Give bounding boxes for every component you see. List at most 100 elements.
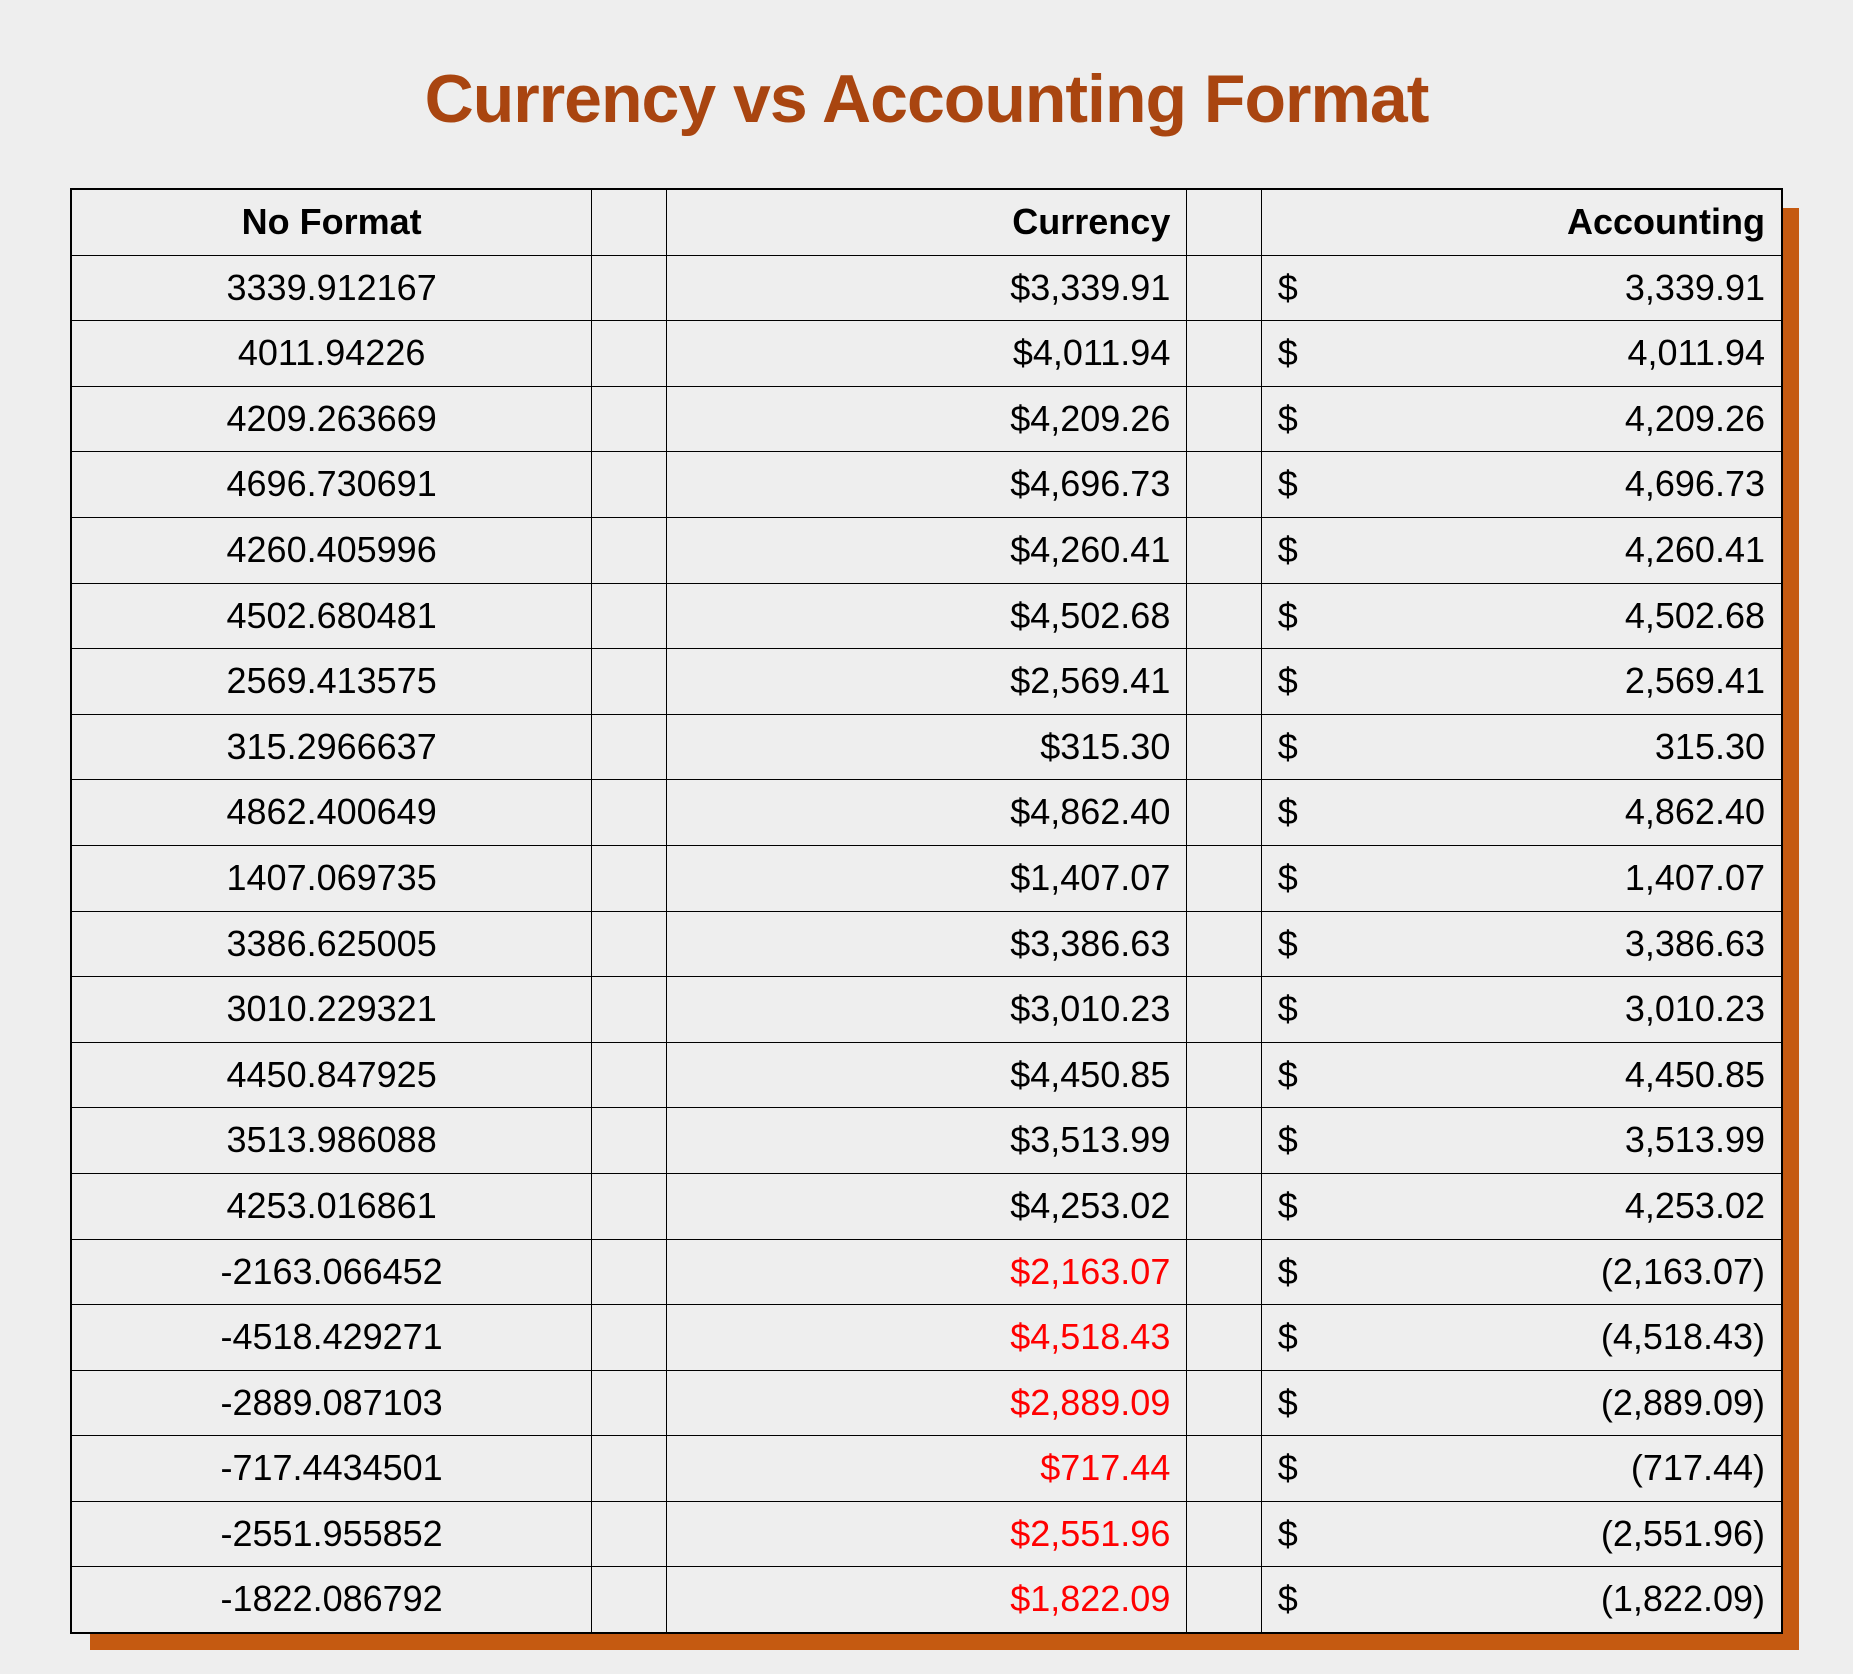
cell-noformat: 3513.986088 <box>71 1108 592 1174</box>
accounting-value: 1,407.07 <box>1625 854 1765 903</box>
cell-currency: $3,513.99 <box>666 1108 1187 1174</box>
cell-gap <box>1187 255 1261 321</box>
cell-noformat: 4253.016861 <box>71 1173 592 1239</box>
cell-currency: $4,502.68 <box>666 583 1187 649</box>
table-row: 4253.016861$4,253.02$4,253.02 <box>71 1173 1782 1239</box>
table-row: 4260.405996$4,260.41$4,260.41 <box>71 517 1782 583</box>
table-row: 4862.400649 $4,862.40 $4,862.40 <box>71 780 1782 846</box>
cell-gap <box>592 911 666 977</box>
table-row: 4696.730691$4,696.73$4,696.73 <box>71 452 1782 518</box>
table-row: 3339.912167$3,339.91$3,339.91 <box>71 255 1782 321</box>
accounting-sign: $ <box>1278 264 1298 313</box>
accounting-sign: $ <box>1278 788 1298 837</box>
format-table: No Format Currency Accounting 3339.91216… <box>70 188 1783 1634</box>
cell-noformat: 2569.413575 <box>71 649 592 715</box>
table-row: 2569.413575 $2,569.41 $2,569.41 <box>71 649 1782 715</box>
accounting-sign: $ <box>1278 1182 1298 1231</box>
accounting-sign: $ <box>1278 592 1298 641</box>
accounting-value: 4,862.40 <box>1625 788 1765 837</box>
table-row: 4502.680481$4,502.68$4,502.68 <box>71 583 1782 649</box>
accounting-value: (2,163.07) <box>1601 1248 1765 1297</box>
cell-noformat: 4450.847925 <box>71 1042 592 1108</box>
accounting-sign: $ <box>1278 395 1298 444</box>
cell-gap <box>592 1305 666 1371</box>
accounting-sign: $ <box>1278 1116 1298 1165</box>
accounting-value: (4,518.43) <box>1601 1313 1765 1362</box>
accounting-value: 4,209.26 <box>1625 395 1765 444</box>
cell-noformat: -2551.955852 <box>71 1501 592 1567</box>
cell-accounting: $315.30 <box>1261 714 1782 780</box>
accounting-value: 315.30 <box>1655 723 1765 772</box>
cell-noformat: 4209.263669 <box>71 386 592 452</box>
cell-noformat: -717.4434501 <box>71 1436 592 1502</box>
cell-gap <box>1187 1042 1261 1108</box>
accounting-value: (1,822.09) <box>1601 1575 1765 1624</box>
cell-gap <box>1187 1173 1261 1239</box>
cell-gap <box>1187 1239 1261 1305</box>
accounting-value: 3,386.63 <box>1625 920 1765 969</box>
cell-gap <box>1187 1305 1261 1371</box>
cell-accounting: $4,450.85 <box>1261 1042 1782 1108</box>
cell-currency: $4,450.85 <box>666 1042 1187 1108</box>
table-row: 3386.625005$3,386.63$3,386.63 <box>71 911 1782 977</box>
cell-gap <box>592 977 666 1043</box>
accounting-value: 4,450.85 <box>1625 1051 1765 1100</box>
cell-gap <box>1187 1567 1261 1633</box>
table-container: No Format Currency Accounting 3339.91216… <box>70 188 1783 1634</box>
table-row: 3513.986088 $3,513.99 $3,513.99 <box>71 1108 1782 1174</box>
cell-noformat: 4862.400649 <box>71 780 592 846</box>
accounting-sign: $ <box>1278 985 1298 1034</box>
cell-noformat: -1822.086792 <box>71 1567 592 1633</box>
accounting-value: 3,010.23 <box>1625 985 1765 1034</box>
cell-noformat: 3010.229321 <box>71 977 592 1043</box>
cell-noformat: 315.2966637 <box>71 714 592 780</box>
cell-gap <box>592 583 666 649</box>
cell-accounting: $4,011.94 <box>1261 321 1782 387</box>
table-row: -4518.429271$4,518.43$(4,518.43) <box>71 1305 1782 1371</box>
cell-noformat: 1407.069735 <box>71 845 592 911</box>
cell-currency: $1,407.07 <box>666 845 1187 911</box>
cell-gap <box>1187 1501 1261 1567</box>
accounting-value: 3,513.99 <box>1625 1116 1765 1165</box>
cell-accounting: $(4,518.43) <box>1261 1305 1782 1371</box>
cell-gap <box>1187 1370 1261 1436</box>
cell-gap <box>592 1567 666 1633</box>
cell-currency: $4,253.02 <box>666 1173 1187 1239</box>
table-header-row: No Format Currency Accounting <box>71 189 1782 255</box>
cell-gap <box>592 1042 666 1108</box>
table-row: 1407.069735$1,407.07$1,407.07 <box>71 845 1782 911</box>
accounting-value: 4,502.68 <box>1625 592 1765 641</box>
cell-accounting: $4,260.41 <box>1261 517 1782 583</box>
accounting-sign: $ <box>1278 1510 1298 1559</box>
accounting-sign: $ <box>1278 657 1298 706</box>
cell-currency: $4,862.40 <box>666 780 1187 846</box>
cell-currency: $2,569.41 <box>666 649 1187 715</box>
table-row: 315.2966637 $315.30$315.30 <box>71 714 1782 780</box>
cell-currency: $717.44 <box>666 1436 1187 1502</box>
accounting-sign: $ <box>1278 920 1298 969</box>
accounting-value: (717.44) <box>1631 1444 1765 1493</box>
cell-currency: $2,889.09 <box>666 1370 1187 1436</box>
cell-accounting: $4,696.73 <box>1261 452 1782 518</box>
accounting-value: 4,260.41 <box>1625 526 1765 575</box>
cell-noformat: 3339.912167 <box>71 255 592 321</box>
accounting-value: 2,569.41 <box>1625 657 1765 706</box>
cell-accounting: $4,502.68 <box>1261 583 1782 649</box>
accounting-value: (2,889.09) <box>1601 1379 1765 1428</box>
accounting-sign: $ <box>1278 1444 1298 1493</box>
accounting-sign: $ <box>1278 723 1298 772</box>
cell-gap <box>1187 1108 1261 1174</box>
accounting-value: (2,551.96) <box>1601 1510 1765 1559</box>
table-row: -1822.086792$1,822.09$(1,822.09) <box>71 1567 1782 1633</box>
cell-gap <box>592 321 666 387</box>
column-header-currency: Currency <box>666 189 1187 255</box>
cell-gap <box>592 1436 666 1502</box>
accounting-sign: $ <box>1278 460 1298 509</box>
cell-noformat: 4260.405996 <box>71 517 592 583</box>
cell-gap <box>592 649 666 715</box>
column-header-gap2 <box>1187 189 1261 255</box>
column-header-gap1 <box>592 189 666 255</box>
cell-gap <box>1187 649 1261 715</box>
cell-gap <box>1187 386 1261 452</box>
cell-gap <box>1187 452 1261 518</box>
